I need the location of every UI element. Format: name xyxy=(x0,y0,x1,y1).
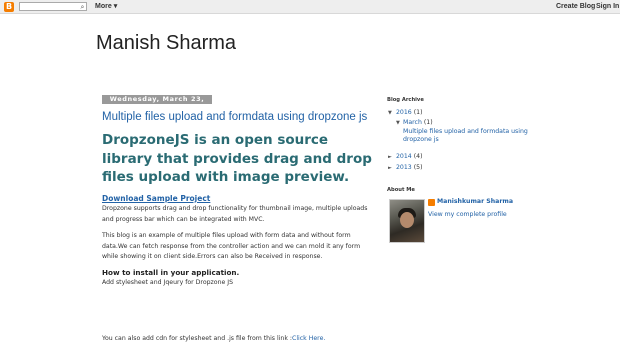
post-title[interactable]: Multiple files upload and formdata using… xyxy=(102,110,367,124)
archive-label[interactable]: March xyxy=(403,119,422,126)
view-profile-link[interactable]: View my complete profile xyxy=(428,211,507,219)
blog-archive-heading: Blog Archive xyxy=(387,97,424,103)
archive-month-link[interactable]: March (1) xyxy=(403,119,433,127)
archive-count: (5) xyxy=(413,164,423,171)
post-paragraph: Dropzone supports drag and drop function… xyxy=(102,205,368,223)
more-label: More xyxy=(95,3,112,10)
download-sample-link[interactable]: Download Sample Project xyxy=(102,194,210,204)
blogger-navbar: B ⌕ More ▾ Create Blog Sign In xyxy=(0,0,620,14)
post-date: Wednesday, March 23, 2016 xyxy=(102,95,212,112)
archive-year-link[interactable]: 2014 (4) xyxy=(396,153,422,161)
archive-post-link[interactable]: dropzone js xyxy=(403,136,439,144)
collapse-triangle-icon[interactable]: ▼ xyxy=(388,109,392,117)
profile-avatar[interactable] xyxy=(389,199,425,243)
create-blog-link[interactable]: Create Blog xyxy=(556,1,595,12)
more-menu[interactable]: More ▾ xyxy=(95,1,117,12)
archive-label[interactable]: 2016 xyxy=(396,109,412,116)
blogger-profile-icon xyxy=(428,199,435,206)
blog-title[interactable]: Manish Sharma xyxy=(96,31,236,55)
archive-count: (1) xyxy=(423,119,433,126)
cdn-text: You can also add cdn for stylesheet and … xyxy=(102,335,292,342)
avatar-face xyxy=(400,212,414,228)
about-me-heading: About Me xyxy=(387,187,415,193)
post-paragraph: Add stylesheet and Jqeury for Dropzone J… xyxy=(102,279,234,286)
click-here-link[interactable]: Click Here. xyxy=(292,335,325,342)
search-icon[interactable]: ⌕ xyxy=(78,3,87,11)
archive-post-link[interactable]: Multiple files upload and formdata using xyxy=(403,128,528,136)
archive-count: (1) xyxy=(413,109,423,116)
blogger-logo-icon[interactable]: B xyxy=(4,2,14,12)
expand-triangle-icon[interactable]: ► xyxy=(388,153,392,161)
archive-year-link[interactable]: 2016 (1) xyxy=(396,109,422,117)
post-subheading: How to install in your application. xyxy=(102,268,240,277)
collapse-triangle-icon[interactable]: ▼ xyxy=(396,119,400,127)
archive-count: (4) xyxy=(413,153,423,160)
profile-name-link[interactable]: Manishkumar Sharma xyxy=(437,198,513,206)
archive-label[interactable]: 2014 xyxy=(396,153,412,160)
expand-triangle-icon[interactable]: ► xyxy=(388,164,392,172)
chevron-down-icon: ▾ xyxy=(113,3,118,10)
search-input[interactable] xyxy=(19,2,87,11)
post-paragraph: This blog is an example of multiple file… xyxy=(102,232,361,260)
archive-label[interactable]: 2013 xyxy=(396,164,412,171)
sign-in-link[interactable]: Sign In xyxy=(596,1,619,12)
archive-year-link[interactable]: 2013 (5) xyxy=(396,164,422,172)
post-headline: DropzoneJS is an open source library tha… xyxy=(102,132,372,185)
